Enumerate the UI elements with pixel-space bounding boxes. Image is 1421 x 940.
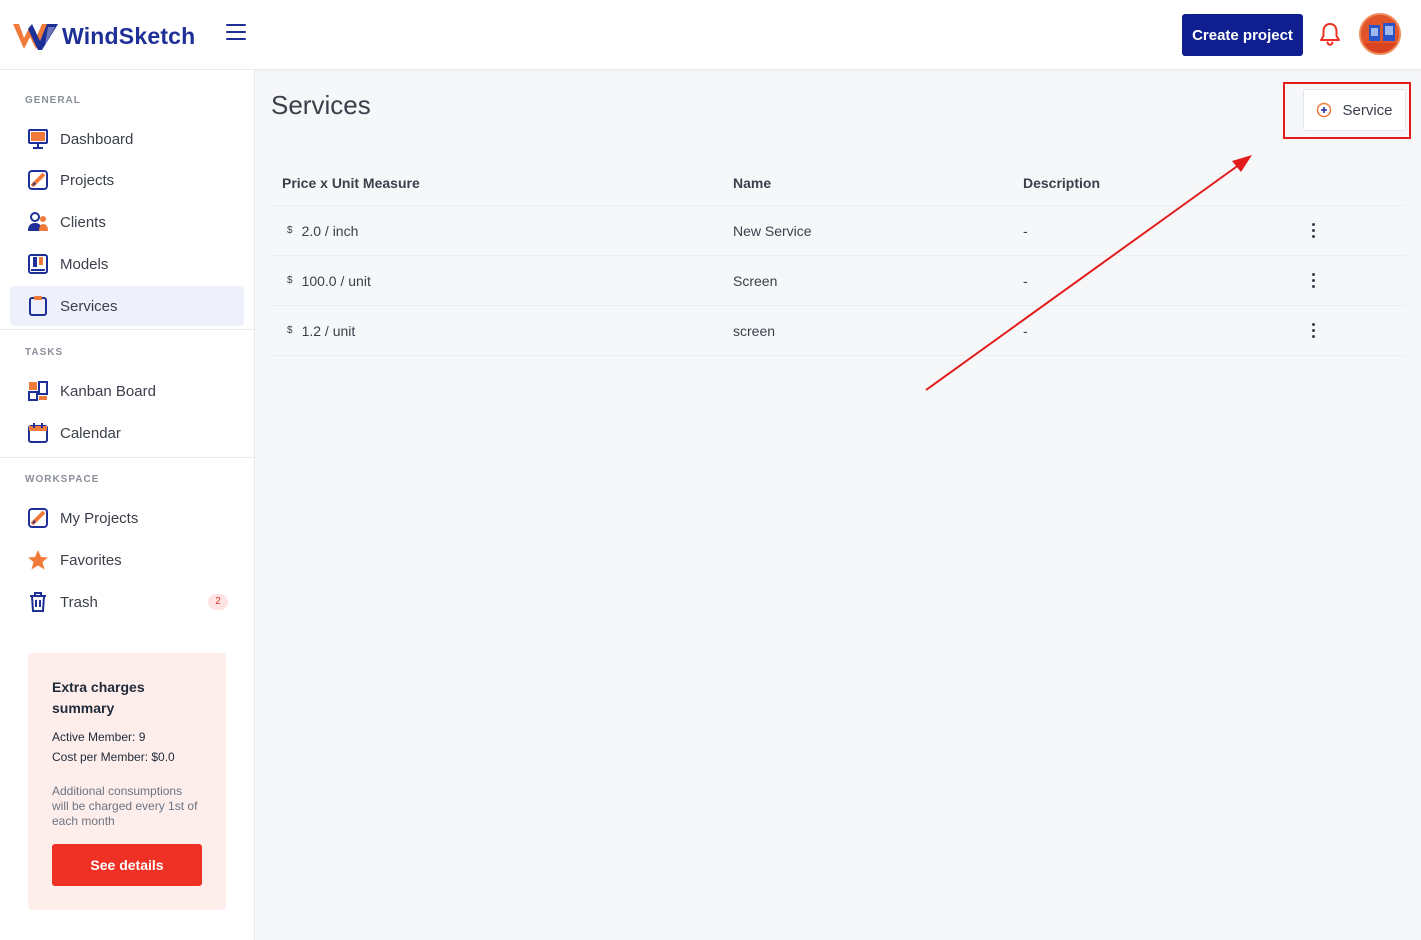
windsketch-logo-icon (13, 24, 58, 50)
see-details-button[interactable]: See details (52, 844, 202, 886)
row-actions-kebab-icon[interactable] (1309, 223, 1317, 241)
sidebar-item-label: Dashboard (60, 130, 134, 148)
sidebar-item-projects[interactable]: Projects (10, 160, 244, 200)
page-title: Services (271, 90, 371, 120)
sidebar-item-clients[interactable]: Clients (10, 202, 244, 242)
trash-icon (26, 590, 50, 614)
sidebar-item-my-projects[interactable]: My Projects (10, 498, 244, 538)
sidebar-item-label: Calendar (60, 424, 121, 442)
sidebar-item-label: Models (60, 255, 109, 273)
sidebar-divider (0, 457, 255, 458)
section-title-general: GENERAL (25, 95, 81, 106)
sidebar-item-services[interactable]: Services (10, 286, 244, 326)
active-member-text: Active Member: 9 (52, 730, 146, 744)
sidebar-item-dashboard[interactable]: Dashboard (10, 119, 244, 159)
description-cell: - (1023, 222, 1028, 239)
menu-toggle-icon[interactable] (226, 24, 246, 42)
charges-note: Additional consumptions will be charged … (52, 784, 198, 828)
table-row[interactable]: $ 2.0 / inch New Service - (271, 206, 1406, 256)
price-value: 1.2 / unit (301, 322, 356, 339)
extra-charges-card: Extra charges summary Active Member: 9 C… (28, 653, 226, 910)
notification-bell-icon[interactable] (1318, 21, 1342, 47)
sidebar-item-trash[interactable]: Trash 2 (10, 582, 244, 622)
description-cell: - (1023, 272, 1028, 289)
sidebar-item-label: My Projects (60, 509, 139, 527)
table-row[interactable]: $ 1.2 / unit screen - (271, 306, 1406, 356)
my-projects-icon (26, 506, 50, 530)
sidebar-item-label: Clients (60, 213, 106, 231)
sidebar-item-label: Services (60, 297, 118, 315)
dashboard-icon (26, 127, 50, 151)
description-cell: - (1023, 322, 1028, 339)
annotation-highlight-box (1283, 82, 1411, 139)
top-header: WindSketch Create project (0, 0, 1421, 70)
sidebar: GENERAL Dashboard Projects Clients Model… (0, 70, 255, 940)
column-header-description: Description (1023, 174, 1101, 191)
trash-count-badge: 2 (208, 594, 228, 610)
row-actions-kebab-icon[interactable] (1309, 273, 1317, 291)
sidebar-item-label: Projects (60, 171, 115, 189)
sidebar-item-calendar[interactable]: Calendar (10, 413, 244, 453)
sidebar-item-label: Trash (60, 593, 98, 611)
column-header-price: Price x Unit Measure (282, 174, 420, 191)
sidebar-item-label: Favorites (60, 551, 122, 569)
section-title-tasks: TASKS (25, 347, 64, 358)
name-cell: Screen (733, 272, 778, 289)
currency-symbol: $ (287, 275, 293, 286)
kanban-icon (26, 379, 50, 403)
calendar-icon (26, 421, 50, 445)
user-avatar[interactable] (1359, 13, 1401, 55)
column-header-name: Name (733, 174, 772, 191)
charges-title: Extra charges summary (52, 679, 145, 716)
currency-symbol: $ (287, 225, 293, 236)
sidebar-item-kanban[interactable]: Kanban Board (10, 371, 244, 411)
sidebar-item-label: Kanban Board (60, 382, 156, 400)
avatar-image-icon (1361, 15, 1399, 53)
price-cell: $ 100.0 / unit (282, 256, 371, 305)
price-value: 100.0 / unit (301, 272, 371, 289)
brand-name: WindSketch (62, 22, 196, 49)
cost-per-member-text: Cost per Member: $0.0 (52, 750, 175, 764)
row-actions-kebab-icon[interactable] (1309, 323, 1317, 341)
table-row[interactable]: $ 100.0 / unit Screen - (271, 256, 1406, 306)
brand-logo[interactable]: WindSketch (12, 20, 195, 52)
name-cell: New Service (733, 222, 812, 239)
price-value: 2.0 / inch (301, 222, 359, 239)
star-icon (26, 548, 50, 572)
create-project-button[interactable]: Create project (1182, 14, 1303, 56)
price-cell: $ 1.2 / unit (282, 306, 355, 355)
services-icon (26, 294, 50, 318)
currency-symbol: $ (287, 325, 293, 336)
models-icon (26, 252, 50, 276)
price-cell: $ 2.0 / inch (282, 206, 358, 255)
sidebar-item-favorites[interactable]: Favorites (10, 540, 244, 580)
sidebar-item-models[interactable]: Models (10, 244, 244, 284)
table-header-row: Price x Unit Measure Name Description (271, 160, 1406, 206)
services-table: Price x Unit Measure Name Description $ … (271, 160, 1406, 356)
sidebar-divider (0, 329, 255, 330)
projects-icon (26, 168, 50, 192)
name-cell: screen (733, 322, 776, 339)
section-title-workspace: WORKSPACE (25, 474, 100, 485)
clients-icon (26, 210, 50, 234)
